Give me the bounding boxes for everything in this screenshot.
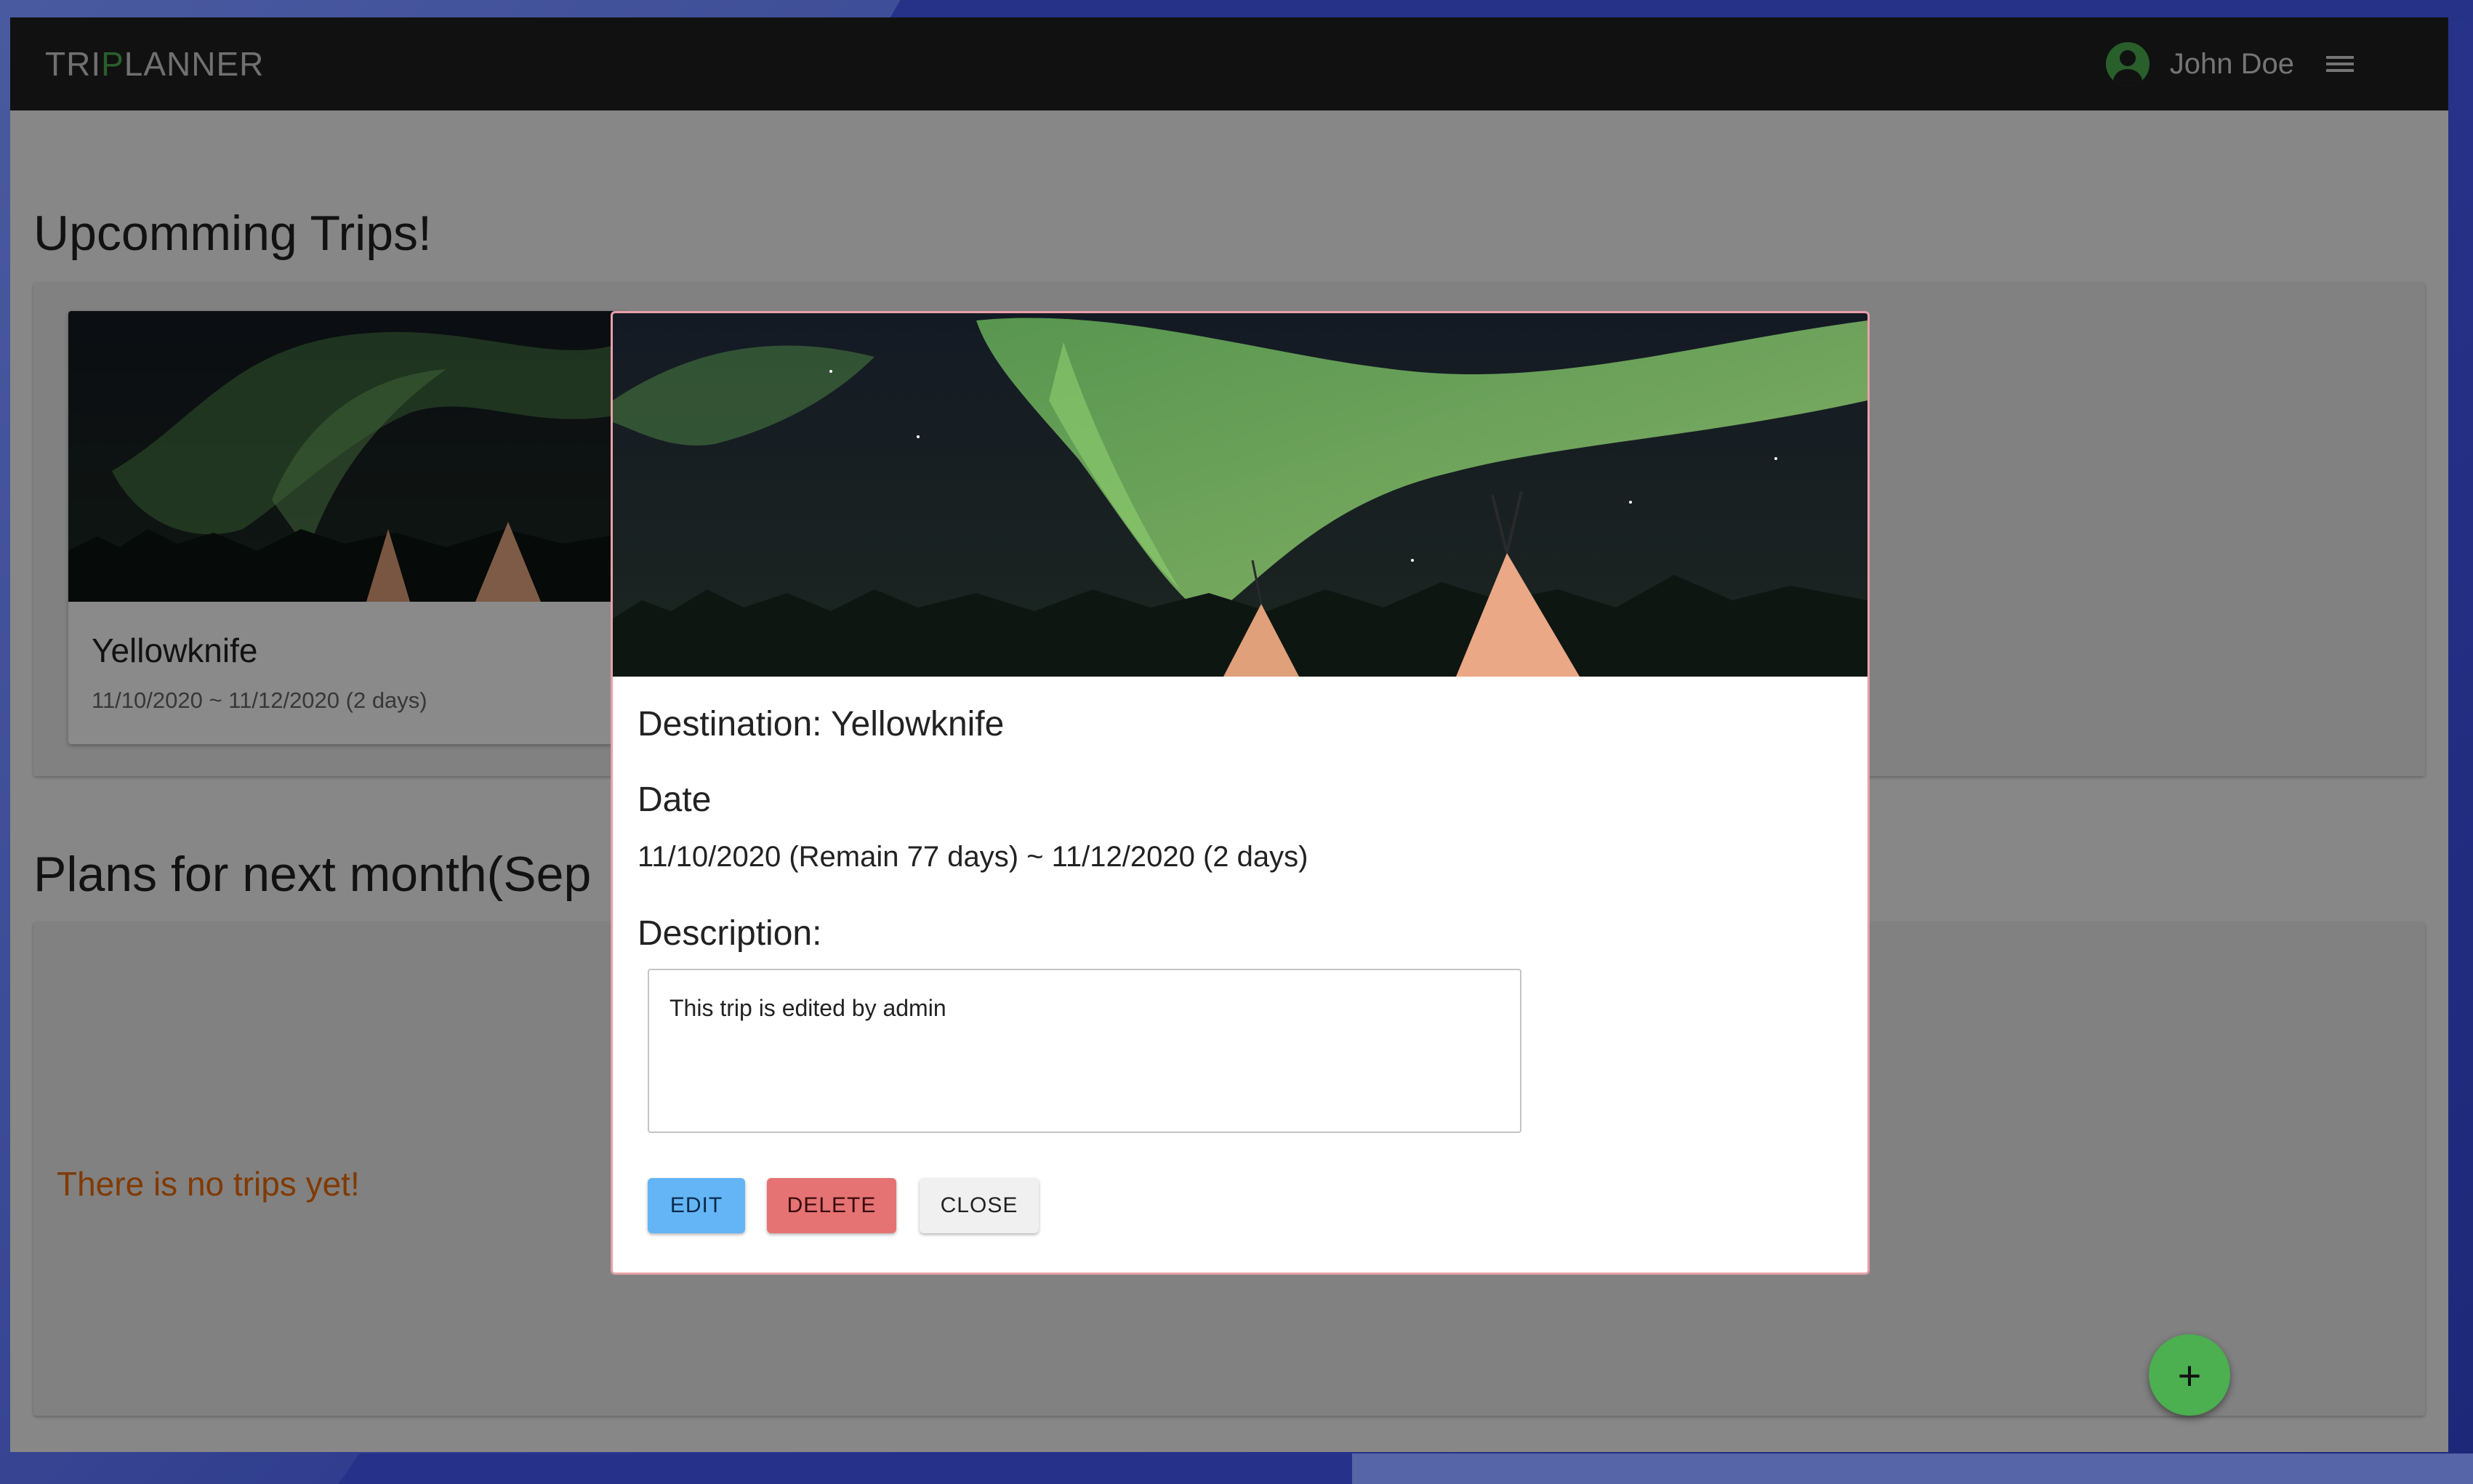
date-heading: Date: [638, 781, 712, 819]
date-value: 11/10/2020 (Remain 77 days) ~ 11/12/2020…: [638, 841, 1308, 873]
trip-hero-image: [613, 313, 1867, 677]
add-trip-button[interactable]: +: [2149, 1334, 2230, 1416]
edit-button[interactable]: EDIT: [648, 1178, 745, 1233]
close-button[interactable]: CLOSE: [920, 1178, 1039, 1233]
description-heading: Description:: [638, 914, 822, 953]
app-window: TRIPLANNER John Doe Upcomming Trips! Yel…: [10, 17, 2448, 1452]
destination-label: Destination: Yellowknife: [638, 705, 1005, 743]
desktop-background-stripe: [338, 1453, 1378, 1484]
delete-button[interactable]: DELETE: [767, 1178, 896, 1233]
trip-detail-modal: Destination: Yellowknife Date 11/10/2020…: [611, 311, 1870, 1275]
description-field[interactable]: This trip is edited by admin: [648, 969, 1521, 1133]
desktop-background-stripe: [1352, 1453, 2473, 1484]
